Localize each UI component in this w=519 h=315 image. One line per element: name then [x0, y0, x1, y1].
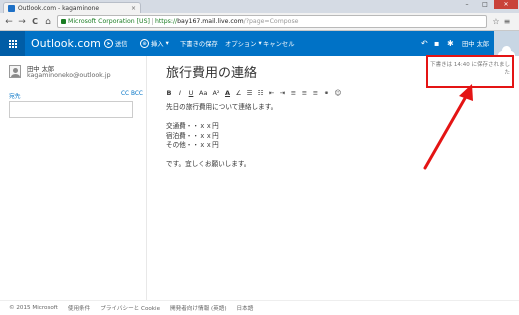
footer-link-developers[interactable]: 開発者向け情報 (英語)	[170, 304, 227, 312]
copyright: © 2015 Microsoft	[9, 305, 58, 311]
footer-link-language[interactable]: 日本語	[237, 304, 254, 312]
footer-link-terms[interactable]: 使用条件	[68, 304, 90, 312]
annotation-arrow	[423, 84, 473, 170]
footer-link-privacy[interactable]: プライバシーと Cookie	[100, 304, 160, 312]
footer: © 2015 Microsoft 使用条件 プライバシーと Cookie 開発者…	[0, 300, 519, 315]
